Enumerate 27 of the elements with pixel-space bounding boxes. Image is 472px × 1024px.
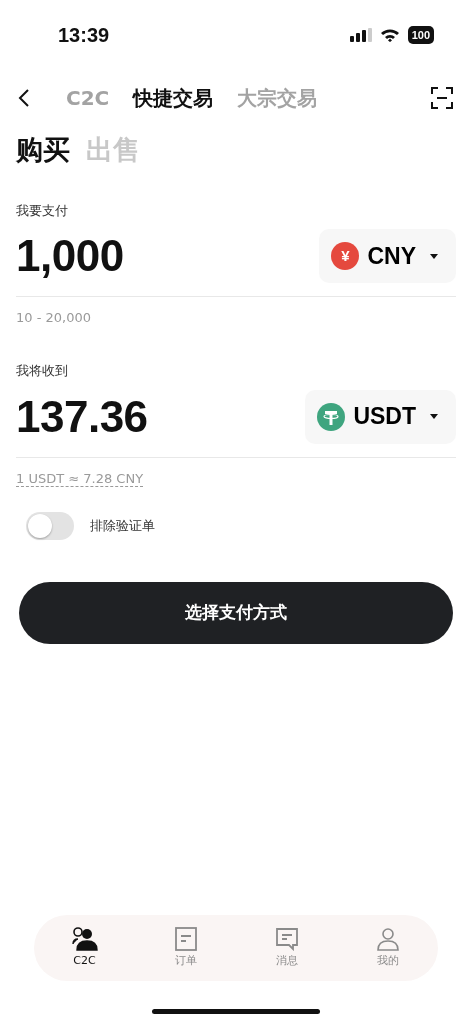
back-icon[interactable] <box>18 88 30 108</box>
currency-selector[interactable]: ¥ CNY <box>319 229 456 283</box>
amount-field[interactable]: 1,000 <box>16 223 124 289</box>
select-payment-button[interactable]: 选择支付方式 <box>19 581 453 644</box>
caret-icon <box>430 414 438 419</box>
toggle-switch[interactable] <box>26 511 74 540</box>
signal-icon <box>349 28 372 42</box>
people-icon <box>70 926 99 951</box>
trade-side-tab[interactable]: 购买 <box>16 130 70 171</box>
battery-indicator: 100 <box>407 25 434 45</box>
wifi-icon <box>379 28 400 42</box>
user-icon <box>375 926 400 951</box>
field-label: 我要支付 <box>16 201 69 220</box>
message-icon <box>274 926 299 951</box>
document-icon <box>173 926 198 951</box>
amount-range: 10 - 20,000 <box>16 310 91 325</box>
scan-icon[interactable] <box>430 86 454 110</box>
nav-tab[interactable]: C2C <box>54 926 115 970</box>
field-label: 我将收到 <box>16 362 69 380</box>
caret-icon <box>430 253 438 259</box>
tether-coin-icon <box>317 402 346 431</box>
nav-tab[interactable]: 快捷交易 <box>133 83 214 113</box>
yuan-coin-icon: ¥ <box>331 242 360 270</box>
currency-selector[interactable]: USDT <box>305 389 456 444</box>
toggle-label: 排除验证单 <box>90 516 155 535</box>
amount-field[interactable]: 137.36 <box>16 383 148 450</box>
clock-time: 13:39 <box>58 23 110 48</box>
